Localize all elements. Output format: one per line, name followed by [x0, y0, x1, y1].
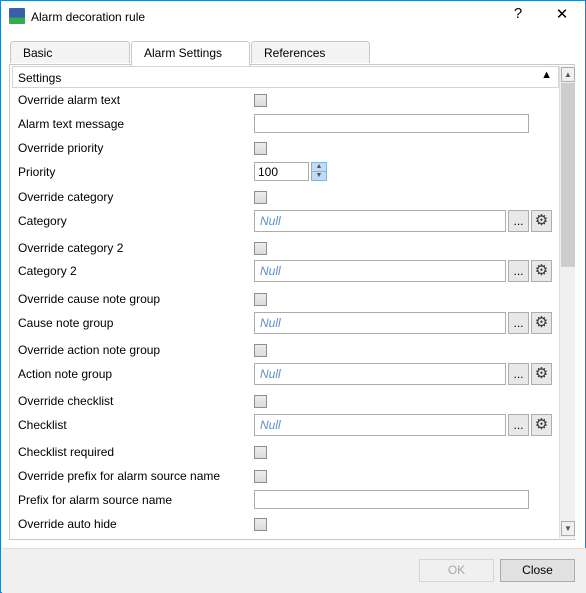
- label-category: Category: [18, 214, 67, 228]
- collapse-icon[interactable]: ▲: [541, 69, 552, 81]
- gear-icon[interactable]: ⚙: [531, 414, 552, 436]
- label-override-checklist: Override checklist: [18, 394, 114, 408]
- ref-category-2[interactable]: Null: [254, 260, 506, 282]
- label-checklist-required: Checklist required: [18, 445, 115, 459]
- gear-icon[interactable]: ⚙: [531, 260, 552, 282]
- browse-button[interactable]: ...: [508, 312, 529, 334]
- scroll-up-button[interactable]: ▲: [561, 67, 575, 82]
- app-icon: [9, 8, 25, 24]
- checkbox-checklist-required[interactable]: [254, 446, 267, 459]
- scroll-down-button[interactable]: ▼: [561, 521, 575, 536]
- label-checklist: Checklist: [18, 418, 67, 432]
- tab-references[interactable]: References: [251, 41, 370, 63]
- label-override-priority: Override priority: [18, 141, 104, 155]
- label-override-category: Override category: [18, 190, 114, 204]
- ref-cause-note-group[interactable]: Null: [254, 312, 506, 334]
- checkbox-override-auto-hide[interactable]: [254, 518, 267, 531]
- priority-input[interactable]: 100: [254, 162, 309, 181]
- close-window-button[interactable]: ✕: [547, 5, 577, 23]
- checkbox-override-action-note-group[interactable]: [254, 344, 267, 357]
- browse-button[interactable]: ...: [508, 260, 529, 282]
- label-priority: Priority: [18, 165, 56, 179]
- input-prefix-for-alarm-source-name[interactable]: [254, 490, 529, 509]
- checkbox-override-cause-note-group[interactable]: [254, 293, 267, 306]
- checkbox-override-category-2[interactable]: [254, 242, 267, 255]
- browse-button[interactable]: ...: [508, 414, 529, 436]
- window-title: Alarm decoration rule: [31, 10, 146, 24]
- ref-category[interactable]: Null: [254, 210, 506, 232]
- checkbox-override-priority[interactable]: [254, 142, 267, 155]
- vertical-scrollbar[interactable]: ▲ ▼: [559, 66, 575, 538]
- settings-section-header[interactable]: Settings ▲: [12, 66, 559, 88]
- spin-down-button[interactable]: ▼: [311, 171, 327, 181]
- gear-icon[interactable]: ⚙: [531, 210, 552, 232]
- label-action-note-group: Action note group: [18, 367, 113, 381]
- checkbox-override-prefix-for-alarm-source-name[interactable]: [254, 470, 267, 483]
- checkbox-override-category[interactable]: [254, 191, 267, 204]
- label-override-category-2: Override category 2: [18, 241, 124, 255]
- label-override-alarm-text: Override alarm text: [18, 93, 121, 107]
- scrollbar-thumb[interactable]: [561, 83, 575, 267]
- label-override-prefix-for-alarm-source-name: Override prefix for alarm source name: [18, 469, 221, 483]
- ok-button[interactable]: OK: [419, 559, 494, 582]
- label-prefix-for-alarm-source-name: Prefix for alarm source name: [18, 493, 173, 507]
- close-button[interactable]: Close: [500, 559, 575, 582]
- gear-icon[interactable]: ⚙: [531, 363, 552, 385]
- gear-icon[interactable]: ⚙: [531, 312, 552, 334]
- label-cause-note-group: Cause note group: [18, 316, 114, 330]
- tab-alarm-settings[interactable]: Alarm Settings: [131, 41, 250, 66]
- help-button[interactable]: ?: [503, 5, 533, 22]
- label-override-action-note-group: Override action note group: [18, 343, 161, 357]
- dialog-window: Alarm decoration rule ? ✕ Basic Alarm Se…: [0, 0, 586, 593]
- browse-button[interactable]: ...: [508, 210, 529, 232]
- input-alarm-text-message[interactable]: [254, 114, 529, 133]
- label-override-cause-note-group: Override cause note group: [18, 292, 161, 306]
- browse-button[interactable]: ...: [508, 363, 529, 385]
- checkbox-override-checklist[interactable]: [254, 395, 267, 408]
- section-title: Settings: [18, 71, 62, 85]
- tab-basic[interactable]: Basic: [10, 41, 130, 63]
- label-alarm-text-message: Alarm text message: [18, 117, 125, 131]
- ref-action-note-group[interactable]: Null: [254, 363, 506, 385]
- dialog-footer: OK Close: [2, 548, 586, 593]
- checkbox-override-alarm-text[interactable]: [254, 94, 267, 107]
- label-category-2: Category 2: [18, 264, 77, 278]
- label-override-auto-hide: Override auto hide: [18, 517, 117, 531]
- ref-checklist[interactable]: Null: [254, 414, 506, 436]
